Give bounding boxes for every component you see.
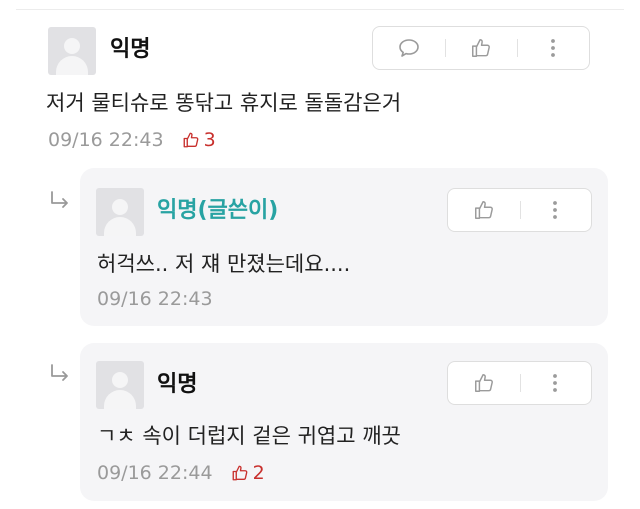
like-count: 2: [231, 461, 265, 485]
reply: 익명 ㄱㅊ 속이 더럽지 겉은 귀엽고 깨끗 09/16 22:44 2: [80, 343, 608, 501]
reply-author-name: 익명(글쓴이): [157, 198, 279, 223]
reply-actions: [447, 188, 592, 232]
thumbs-up-icon: [232, 465, 247, 481]
like-count: 3: [182, 128, 216, 152]
comment: 익명 저거 물티슈로 똥닦고 휴지로 돌돌감은거 09/16 22:43 3: [46, 24, 596, 156]
like-button[interactable]: [445, 27, 517, 69]
avatar: [48, 27, 96, 75]
reply-meta: 09/16 22:43: [97, 287, 213, 311]
more-vertical-icon: [551, 39, 555, 57]
reply-meta: 09/16 22:44 2: [97, 461, 265, 485]
reply: 익명(글쓴이) 허걱쓰.. 저 쟤 만졌는데요.... 09/16 22:43: [80, 168, 608, 326]
reply-text: ㄱㅊ 속이 더럽지 겉은 귀엽고 깨끗: [97, 424, 401, 448]
reply-time: 09/16 22:43: [97, 288, 213, 310]
more-vertical-icon: [553, 374, 558, 392]
more-button[interactable]: [519, 362, 592, 404]
avatar: [96, 188, 144, 236]
reply-time: 09/16 22:44: [97, 462, 213, 484]
like-count-value: 3: [203, 129, 216, 151]
avatar: [96, 361, 144, 409]
thumbs-up-icon: [474, 374, 493, 392]
reply-text: 허걱쓰.. 저 쟤 만졌는데요....: [97, 252, 351, 276]
comment-actions: [372, 26, 590, 70]
more-button[interactable]: [519, 189, 592, 231]
reply-arrow-icon: [51, 364, 68, 381]
comment-author-name: 익명: [110, 37, 151, 62]
comment-icon: [399, 39, 419, 57]
reply-button[interactable]: [373, 27, 445, 69]
comment-text: 저거 물티슈로 똥닦고 휴지로 돌돌감은거: [46, 91, 402, 115]
comment-time: 09/16 22:43: [48, 129, 164, 151]
like-button[interactable]: [448, 362, 520, 404]
top-divider: [16, 9, 624, 10]
like-count-value: 2: [252, 462, 265, 484]
thumbs-up-icon: [474, 201, 493, 219]
thumbs-up-icon: [183, 132, 198, 148]
reply-arrow-icon: [51, 191, 68, 208]
thumbs-up-icon: [472, 39, 490, 57]
reply-author-name: 익명: [157, 372, 198, 397]
more-button[interactable]: [517, 27, 589, 69]
comment-meta: 09/16 22:43 3: [48, 128, 216, 152]
like-button[interactable]: [448, 189, 520, 231]
more-vertical-icon: [553, 201, 558, 219]
reply-actions: [447, 361, 592, 405]
